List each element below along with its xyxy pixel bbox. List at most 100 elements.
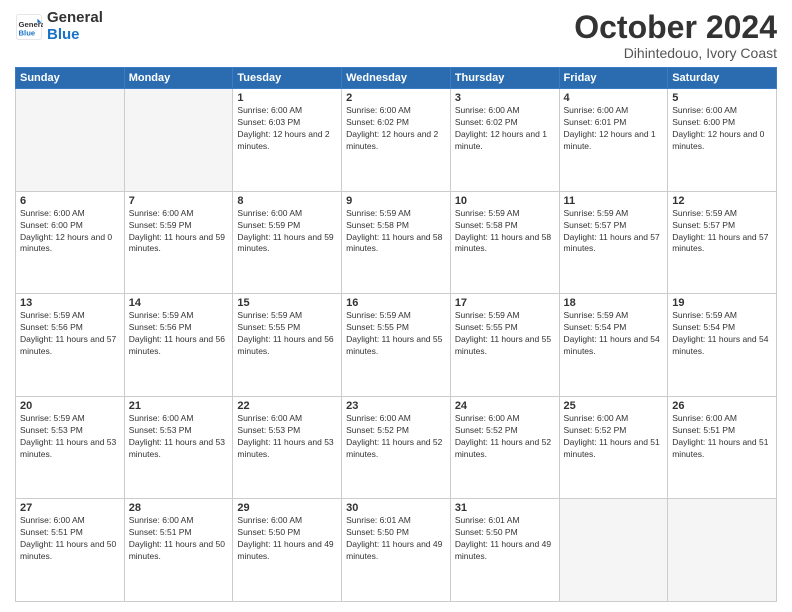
day-number: 30 [346, 502, 446, 514]
day-number: 3 [455, 92, 555, 104]
day-number: 8 [237, 195, 337, 207]
day-number: 4 [564, 92, 664, 104]
calendar-cell: 22 Sunrise: 6:00 AMSunset: 5:53 PMDaylig… [233, 396, 342, 499]
calendar-cell: 5 Sunrise: 6:00 AMSunset: 6:00 PMDayligh… [668, 89, 777, 192]
day-info: Sunrise: 6:00 AMSunset: 5:52 PMDaylight:… [455, 413, 555, 461]
day-info: Sunrise: 6:00 AMSunset: 6:00 PMDaylight:… [672, 105, 772, 153]
day-info: Sunrise: 6:01 AMSunset: 5:50 PMDaylight:… [455, 515, 555, 563]
day-number: 20 [20, 400, 120, 412]
day-info: Sunrise: 5:59 AMSunset: 5:57 PMDaylight:… [672, 208, 772, 256]
day-info: Sunrise: 6:00 AMSunset: 6:00 PMDaylight:… [20, 208, 120, 256]
day-info: Sunrise: 5:59 AMSunset: 5:54 PMDaylight:… [564, 310, 664, 358]
day-info: Sunrise: 6:00 AMSunset: 6:03 PMDaylight:… [237, 105, 337, 153]
day-number: 13 [20, 297, 120, 309]
calendar-header: SundayMondayTuesdayWednesdayThursdayFrid… [16, 68, 777, 89]
calendar-cell: 9 Sunrise: 5:59 AMSunset: 5:58 PMDayligh… [342, 191, 451, 294]
calendar-cell: 29 Sunrise: 6:00 AMSunset: 5:50 PMDaylig… [233, 499, 342, 602]
day-number: 24 [455, 400, 555, 412]
calendar-cell: 27 Sunrise: 6:00 AMSunset: 5:51 PMDaylig… [16, 499, 125, 602]
calendar-cell: 18 Sunrise: 5:59 AMSunset: 5:54 PMDaylig… [559, 294, 668, 397]
day-info: Sunrise: 5:59 AMSunset: 5:53 PMDaylight:… [20, 413, 120, 461]
calendar-cell: 20 Sunrise: 5:59 AMSunset: 5:53 PMDaylig… [16, 396, 125, 499]
week-row-1: 6 Sunrise: 6:00 AMSunset: 6:00 PMDayligh… [16, 191, 777, 294]
week-row-3: 20 Sunrise: 5:59 AMSunset: 5:53 PMDaylig… [16, 396, 777, 499]
calendar-cell: 10 Sunrise: 5:59 AMSunset: 5:58 PMDaylig… [450, 191, 559, 294]
day-number: 17 [455, 297, 555, 309]
weekday-header-row: SundayMondayTuesdayWednesdayThursdayFrid… [16, 68, 777, 89]
calendar-cell [559, 499, 668, 602]
day-number: 18 [564, 297, 664, 309]
day-info: Sunrise: 6:00 AMSunset: 6:01 PMDaylight:… [564, 105, 664, 153]
week-row-2: 13 Sunrise: 5:59 AMSunset: 5:56 PMDaylig… [16, 294, 777, 397]
day-info: Sunrise: 6:00 AMSunset: 5:51 PMDaylight:… [20, 515, 120, 563]
day-info: Sunrise: 5:59 AMSunset: 5:57 PMDaylight:… [564, 208, 664, 256]
logo: General Blue General Blue [15, 10, 103, 43]
calendar-cell: 26 Sunrise: 6:00 AMSunset: 5:51 PMDaylig… [668, 396, 777, 499]
calendar-cell: 24 Sunrise: 6:00 AMSunset: 5:52 PMDaylig… [450, 396, 559, 499]
day-number: 23 [346, 400, 446, 412]
day-number: 22 [237, 400, 337, 412]
calendar-cell: 17 Sunrise: 5:59 AMSunset: 5:55 PMDaylig… [450, 294, 559, 397]
calendar-cell: 31 Sunrise: 6:01 AMSunset: 5:50 PMDaylig… [450, 499, 559, 602]
calendar-cell: 8 Sunrise: 6:00 AMSunset: 5:59 PMDayligh… [233, 191, 342, 294]
day-info: Sunrise: 6:00 AMSunset: 5:52 PMDaylight:… [564, 413, 664, 461]
day-number: 16 [346, 297, 446, 309]
day-info: Sunrise: 5:59 AMSunset: 5:58 PMDaylight:… [346, 208, 446, 256]
day-number: 10 [455, 195, 555, 207]
day-number: 15 [237, 297, 337, 309]
calendar-cell: 7 Sunrise: 6:00 AMSunset: 5:59 PMDayligh… [124, 191, 233, 294]
week-row-4: 27 Sunrise: 6:00 AMSunset: 5:51 PMDaylig… [16, 499, 777, 602]
day-number: 9 [346, 195, 446, 207]
day-number: 27 [20, 502, 120, 514]
day-number: 19 [672, 297, 772, 309]
calendar-cell: 19 Sunrise: 5:59 AMSunset: 5:54 PMDaylig… [668, 294, 777, 397]
calendar-cell: 2 Sunrise: 6:00 AMSunset: 6:02 PMDayligh… [342, 89, 451, 192]
week-row-0: 1 Sunrise: 6:00 AMSunset: 6:03 PMDayligh… [16, 89, 777, 192]
svg-text:Blue: Blue [19, 28, 36, 37]
day-number: 21 [129, 400, 229, 412]
day-info: Sunrise: 6:01 AMSunset: 5:50 PMDaylight:… [346, 515, 446, 563]
day-info: Sunrise: 6:00 AMSunset: 5:51 PMDaylight:… [129, 515, 229, 563]
calendar-cell: 14 Sunrise: 5:59 AMSunset: 5:56 PMDaylig… [124, 294, 233, 397]
logo-text: General Blue [47, 10, 103, 43]
calendar-cell [668, 499, 777, 602]
day-number: 31 [455, 502, 555, 514]
calendar-cell: 13 Sunrise: 5:59 AMSunset: 5:56 PMDaylig… [16, 294, 125, 397]
header: General Blue General Blue October 2024 D… [15, 10, 777, 61]
title-block: October 2024 Dihintedouo, Ivory Coast [574, 10, 777, 61]
day-number: 2 [346, 92, 446, 104]
calendar-body: 1 Sunrise: 6:00 AMSunset: 6:03 PMDayligh… [16, 89, 777, 602]
day-number: 6 [20, 195, 120, 207]
day-number: 5 [672, 92, 772, 104]
day-info: Sunrise: 6:00 AMSunset: 6:02 PMDaylight:… [346, 105, 446, 153]
day-number: 11 [564, 195, 664, 207]
location-subtitle: Dihintedouo, Ivory Coast [574, 45, 777, 61]
calendar-cell: 23 Sunrise: 6:00 AMSunset: 5:52 PMDaylig… [342, 396, 451, 499]
weekday-header-saturday: Saturday [668, 68, 777, 89]
day-info: Sunrise: 6:00 AMSunset: 5:59 PMDaylight:… [129, 208, 229, 256]
day-info: Sunrise: 5:59 AMSunset: 5:55 PMDaylight:… [237, 310, 337, 358]
day-info: Sunrise: 6:00 AMSunset: 6:02 PMDaylight:… [455, 105, 555, 153]
calendar-cell: 25 Sunrise: 6:00 AMSunset: 5:52 PMDaylig… [559, 396, 668, 499]
weekday-header-tuesday: Tuesday [233, 68, 342, 89]
day-number: 29 [237, 502, 337, 514]
weekday-header-sunday: Sunday [16, 68, 125, 89]
day-info: Sunrise: 6:00 AMSunset: 5:51 PMDaylight:… [672, 413, 772, 461]
calendar-cell: 30 Sunrise: 6:01 AMSunset: 5:50 PMDaylig… [342, 499, 451, 602]
weekday-header-friday: Friday [559, 68, 668, 89]
day-number: 28 [129, 502, 229, 514]
weekday-header-wednesday: Wednesday [342, 68, 451, 89]
calendar-cell: 12 Sunrise: 5:59 AMSunset: 5:57 PMDaylig… [668, 191, 777, 294]
calendar-table: SundayMondayTuesdayWednesdayThursdayFrid… [15, 67, 777, 602]
calendar-cell: 15 Sunrise: 5:59 AMSunset: 5:55 PMDaylig… [233, 294, 342, 397]
day-info: Sunrise: 6:00 AMSunset: 5:53 PMDaylight:… [129, 413, 229, 461]
calendar-cell: 1 Sunrise: 6:00 AMSunset: 6:03 PMDayligh… [233, 89, 342, 192]
day-info: Sunrise: 5:59 AMSunset: 5:58 PMDaylight:… [455, 208, 555, 256]
day-info: Sunrise: 6:00 AMSunset: 5:52 PMDaylight:… [346, 413, 446, 461]
day-number: 12 [672, 195, 772, 207]
weekday-header-monday: Monday [124, 68, 233, 89]
day-info: Sunrise: 5:59 AMSunset: 5:56 PMDaylight:… [20, 310, 120, 358]
calendar-cell [16, 89, 125, 192]
day-number: 14 [129, 297, 229, 309]
day-info: Sunrise: 5:59 AMSunset: 5:55 PMDaylight:… [346, 310, 446, 358]
